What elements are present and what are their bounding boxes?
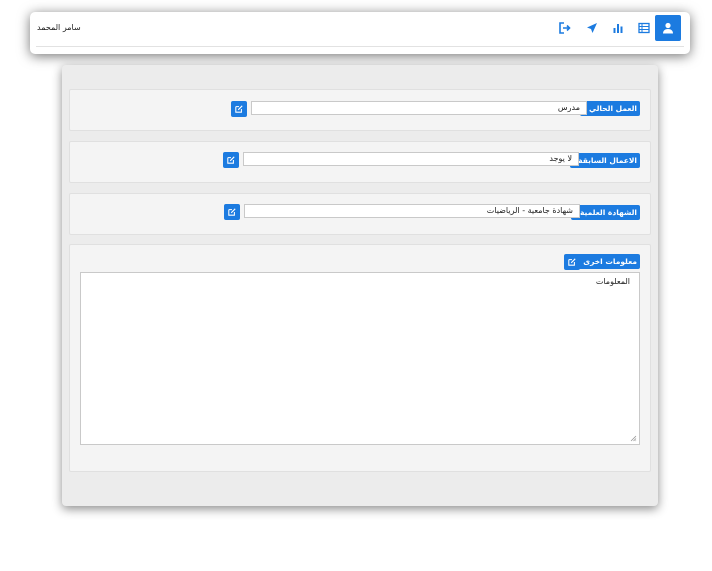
- edit-icon: [227, 156, 235, 164]
- user-name: سامر المحمد: [37, 23, 81, 32]
- edit-icon: [568, 258, 576, 266]
- degree-label: الشهادة العلمية :: [571, 205, 640, 220]
- previous-jobs-row: الاعمال السابقة : لا يوجد: [69, 141, 651, 183]
- edit-previous-jobs-button[interactable]: [223, 152, 239, 168]
- logout-icon[interactable]: [557, 20, 573, 36]
- profile-card: العمل الحالي : مدرس الاعمال السابقة : لا…: [62, 65, 658, 506]
- edit-current-job-button[interactable]: [231, 101, 247, 117]
- edit-icon: [228, 208, 236, 216]
- top-header: سامر المحمد: [30, 12, 690, 54]
- current-job-label: العمل الحالي :: [580, 101, 640, 116]
- current-job-field[interactable]: مدرس: [251, 101, 587, 115]
- send-icon[interactable]: [584, 20, 600, 36]
- other-info-textarea[interactable]: المعلومات: [80, 272, 640, 445]
- chart-icon[interactable]: [610, 20, 626, 36]
- table-icon[interactable]: [636, 20, 652, 36]
- other-info-label: معلومات اخرى :: [574, 254, 640, 269]
- previous-jobs-label: الاعمال السابقة :: [569, 153, 640, 168]
- degree-row: الشهادة العلمية : شهادة جامعية - الرياضي…: [69, 193, 651, 235]
- previous-jobs-field[interactable]: لا يوجد: [243, 152, 579, 166]
- other-info-row: معلومات اخرى : المعلومات: [69, 244, 651, 472]
- profile-icon: [663, 22, 673, 34]
- header-divider: [36, 46, 684, 47]
- edit-icon: [235, 105, 243, 113]
- current-job-row: العمل الحالي : مدرس: [69, 89, 651, 131]
- profile-button[interactable]: [655, 15, 681, 41]
- other-info-text: المعلومات: [595, 277, 630, 286]
- degree-field[interactable]: شهادة جامعية - الرياضيات: [244, 204, 580, 218]
- edit-degree-button[interactable]: [224, 204, 240, 220]
- resize-grip-icon[interactable]: [630, 435, 637, 442]
- edit-other-info-button[interactable]: [564, 254, 580, 270]
